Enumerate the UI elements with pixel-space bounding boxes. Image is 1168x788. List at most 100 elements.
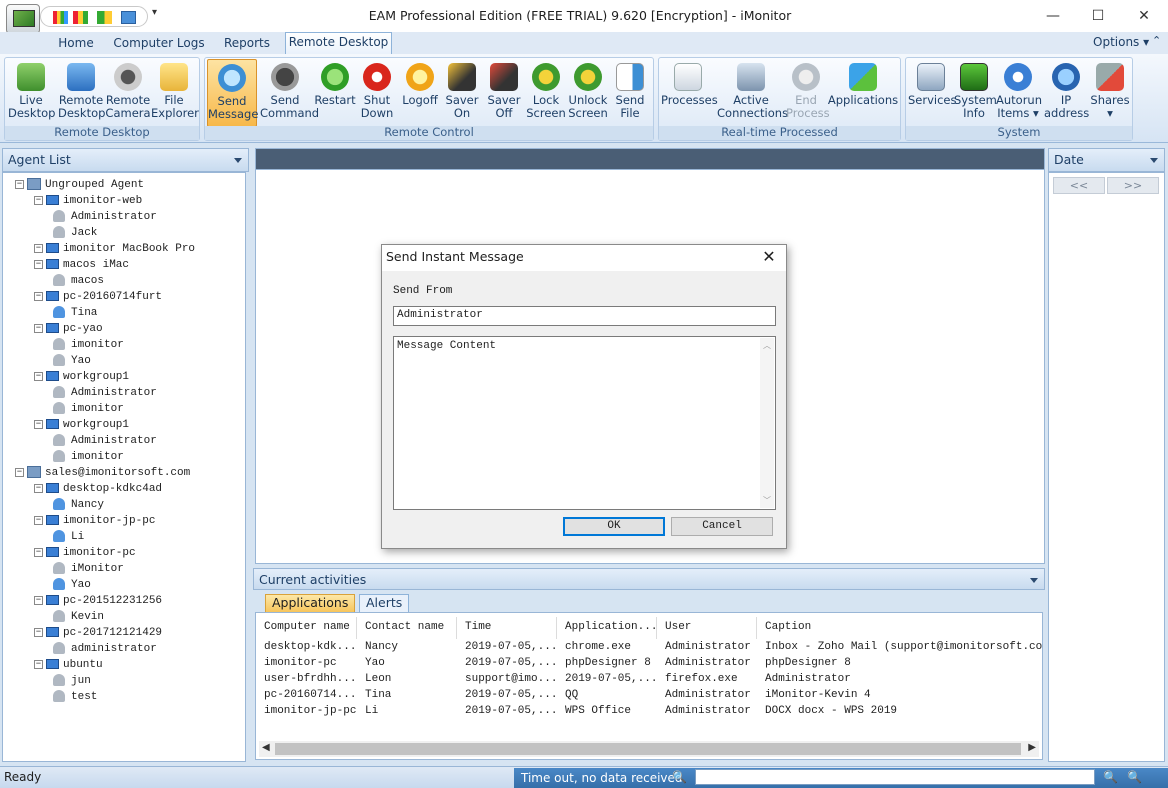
table-cell[interactable]: WPS Office	[557, 703, 657, 719]
table-cell[interactable]: user-bfrdhh...	[256, 671, 357, 687]
tree-computer[interactable]: − imonitor-web	[34, 193, 142, 209]
active-connections-button[interactable]: Active Connections	[717, 59, 788, 127]
table-cell[interactable]: 2019-07-05,...	[457, 655, 557, 671]
tree-user[interactable]: Yao	[53, 577, 91, 593]
tab-reports[interactable]: Reports	[216, 34, 278, 54]
message-content-field[interactable]: Message Content ︿ ﹀	[393, 336, 776, 510]
tab-computer-logs[interactable]: Computer Logs	[110, 34, 208, 54]
table-cell[interactable]: Administrator	[657, 687, 757, 703]
table-cell[interactable]: 2019-07-05,...	[457, 687, 557, 703]
scrollbar-thumb[interactable]	[275, 743, 1021, 755]
tree-user[interactable]: administrator	[53, 641, 157, 657]
scroll-up-icon[interactable]: ︿	[760, 340, 774, 351]
scroll-down-icon[interactable]: ﹀	[760, 495, 774, 506]
table-cell[interactable]: 2019-07-05,...	[557, 671, 657, 687]
table-cell[interactable]: Tina	[357, 687, 457, 703]
app-icon[interactable]	[6, 4, 40, 34]
table-cell[interactable]: QQ	[557, 687, 657, 703]
end-process-button[interactable]: End Process	[786, 59, 830, 127]
horizontal-scrollbar[interactable]: ◀ ▶	[259, 741, 1039, 757]
table-cell[interactable]: pc-20160714...	[256, 687, 357, 703]
tree-computer[interactable]: − pc-201512231256	[34, 593, 162, 609]
chart-icon[interactable]	[53, 11, 68, 24]
restart-button[interactable]: Restart	[313, 59, 357, 127]
column-header[interactable]: User	[657, 617, 757, 639]
table-cell[interactable]: support@imo...	[457, 671, 557, 687]
agent-list-header[interactable]: Agent List	[2, 148, 249, 172]
current-activities-header[interactable]: Current activities	[253, 568, 1045, 590]
dialog-close-button[interactable]: ✕	[758, 247, 780, 269]
table-cell[interactable]: Yao	[357, 655, 457, 671]
stats-icon[interactable]	[97, 11, 112, 24]
tree-user[interactable]: test	[53, 689, 97, 705]
table-cell[interactable]: phpDesigner 8	[757, 655, 1042, 671]
table-cell[interactable]: Inbox - Zoho Mail (support@imonitorsoft.…	[757, 639, 1042, 655]
lock-screen-button[interactable]: Lock Screen	[525, 59, 567, 127]
scroll-right-icon[interactable]: ▶	[1028, 742, 1036, 753]
tree-computer[interactable]: − pc-20160714furt	[34, 289, 162, 305]
tree-user[interactable]: Administrator	[53, 209, 157, 225]
search-icon[interactable]: 🔍	[672, 770, 687, 784]
column-header[interactable]: Computer name	[256, 617, 357, 639]
collapse-icon[interactable]: −	[34, 483, 43, 493]
table-cell[interactable]: Administrator	[757, 671, 1042, 687]
table-cell[interactable]: 2019-07-05,...	[457, 703, 557, 719]
tree-user[interactable]: Administrator	[53, 385, 157, 401]
tree-computer[interactable]: − workgroup1	[34, 369, 129, 385]
send-file-button[interactable]: Send File	[610, 59, 650, 127]
tree-computer[interactable]: − imonitor MacBook Pro	[34, 241, 195, 257]
column-header[interactable]: Application...	[557, 617, 657, 639]
send-from-field[interactable]: Administrator	[393, 306, 776, 326]
tree-computer[interactable]: − macos iMac	[34, 257, 129, 273]
saver-on-button[interactable]: Saver On	[442, 59, 482, 127]
file-explorer-button[interactable]: File Explorer	[151, 59, 199, 127]
table-cell[interactable]: phpDesigner 8	[557, 655, 657, 671]
collapse-icon[interactable]: −	[34, 371, 43, 381]
shut-down-button[interactable]: Shut Down	[357, 59, 397, 127]
collapse-icon[interactable]: −	[15, 179, 24, 189]
tree-user[interactable]: Administrator	[53, 433, 157, 449]
tab-home[interactable]: Home	[48, 34, 104, 54]
table-cell[interactable]: Administrator	[657, 703, 757, 719]
column-header[interactable]: Contact name	[357, 617, 457, 639]
maximize-button[interactable]: ☐	[1075, 0, 1121, 32]
chevron-down-icon[interactable]	[1150, 158, 1158, 163]
tree-user[interactable]: Tina	[53, 305, 97, 321]
ok-button[interactable]: OK	[563, 517, 665, 536]
collapse-icon[interactable]: −	[34, 323, 43, 333]
remote-desktop-button[interactable]: Remote Desktop	[58, 59, 105, 127]
chevron-down-icon[interactable]	[1030, 578, 1038, 583]
table-cell[interactable]: chrome.exe	[557, 639, 657, 655]
tree-computer[interactable]: − pc-201712121429	[34, 625, 162, 641]
ip-address-button[interactable]: IP address	[1044, 59, 1089, 127]
minimize-button[interactable]: —	[1030, 0, 1076, 32]
message-scrollbar[interactable]: ︿ ﹀	[760, 338, 774, 508]
column-header[interactable]: Caption	[757, 617, 1042, 639]
tree-user[interactable]: Nancy	[53, 497, 104, 513]
tree-computer[interactable]: − workgroup1	[34, 417, 129, 433]
collapse-icon[interactable]: −	[15, 467, 24, 477]
tree-computer[interactable]: − imonitor-pc	[34, 545, 136, 561]
date-prev-button[interactable]: <<	[1053, 177, 1105, 194]
tab-applications[interactable]: Applications	[265, 594, 356, 612]
qat-dropdown-icon[interactable]: ▾	[152, 7, 157, 18]
tree-user[interactable]: imonitor	[53, 337, 124, 353]
table-cell[interactable]: Nancy	[357, 639, 457, 655]
collapse-icon[interactable]: −	[34, 515, 43, 525]
report-icon[interactable]	[73, 11, 88, 24]
collapse-icon[interactable]: −	[34, 659, 43, 669]
tree-user[interactable]: imonitor	[53, 401, 124, 417]
table-cell[interactable]: Administrator	[657, 655, 757, 671]
table-cell[interactable]: Li	[357, 703, 457, 719]
date-next-button[interactable]: >>	[1107, 177, 1159, 194]
tab-remote-desktop[interactable]: Remote Desktop	[285, 32, 392, 55]
chevron-down-icon[interactable]	[234, 158, 242, 163]
tree-user[interactable]: Kevin	[53, 609, 104, 625]
tree-user[interactable]: macos	[53, 273, 104, 289]
tree-user[interactable]: imonitor	[53, 449, 124, 465]
applications-button[interactable]: Applications	[827, 59, 899, 127]
services-button[interactable]: Services	[908, 59, 957, 127]
collapse-icon[interactable]: −	[34, 259, 43, 269]
zoom-out-icon[interactable]: 🔍	[1103, 770, 1118, 784]
tree-computer[interactable]: − desktop-kdkc4ad	[34, 481, 162, 497]
